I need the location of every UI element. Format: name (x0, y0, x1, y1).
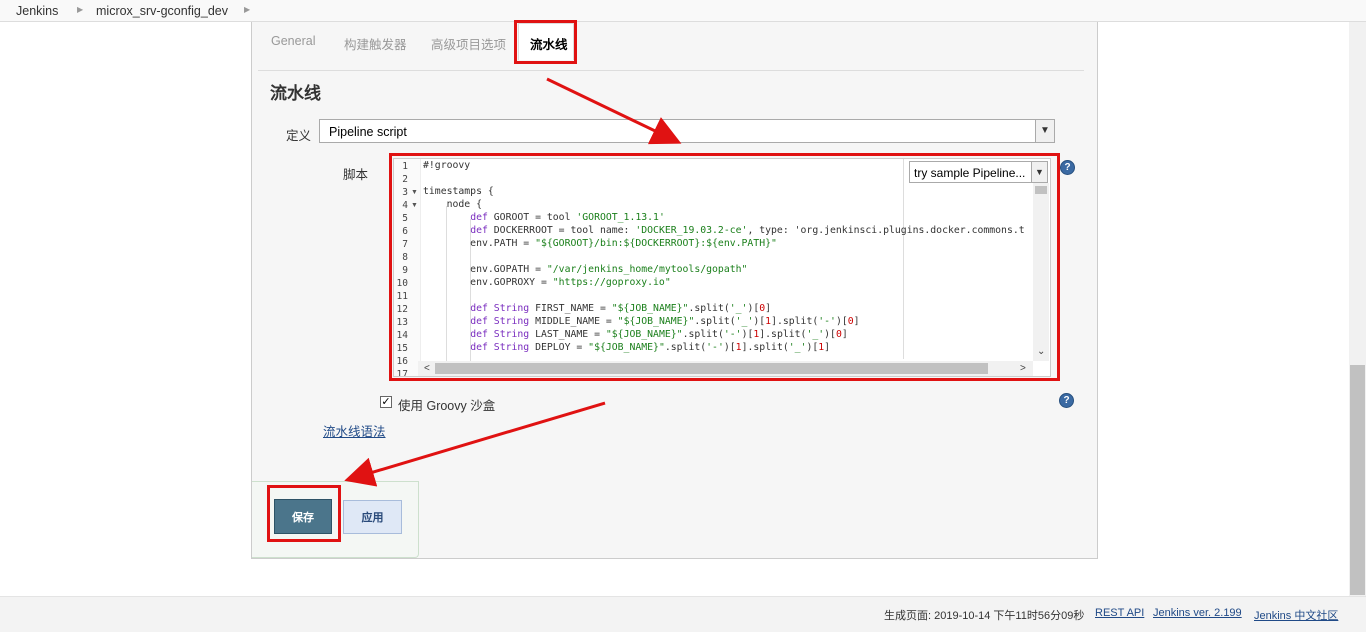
highlight-box-save (267, 485, 341, 542)
help-icon[interactable]: ? (1059, 393, 1074, 408)
breadcrumb-jenkins[interactable]: Jenkins (16, 4, 58, 18)
page-scrollbar-thumb[interactable] (1350, 365, 1365, 595)
footer-rest-api-link[interactable]: REST API (1095, 607, 1144, 619)
apply-button[interactable]: 应用 (343, 500, 402, 534)
sandbox-label: 使用 Groovy 沙盒 (398, 399, 496, 413)
breadcrumb-separator-icon: ▶ (77, 5, 84, 14)
tab-divider (258, 70, 1084, 71)
section-title: 流水线 (270, 84, 321, 103)
highlight-box-editor (389, 153, 1060, 381)
breadcrumb: Jenkins ▶ microx_srv-gconfig_dev ▶ (0, 0, 1366, 22)
definition-label: 定义 (286, 129, 312, 143)
tab-advanced-options[interactable]: 高级项目选项 (431, 34, 506, 53)
footer-community-link[interactable]: Jenkins 中文社区 (1254, 607, 1338, 623)
sandbox-checkbox[interactable]: ✓ (380, 396, 392, 408)
breadcrumb-separator-icon: ▶ (244, 5, 251, 14)
script-label: 脚本 (343, 168, 369, 182)
footer-version-link[interactable]: Jenkins ver. 2.199 (1153, 607, 1242, 619)
tab-general[interactable]: General (271, 34, 315, 48)
help-icon[interactable]: ? (1060, 160, 1075, 175)
pipeline-syntax-link[interactable]: 流水线语法 (323, 421, 386, 440)
tab-build-triggers[interactable]: 构建触发器 (344, 34, 407, 53)
definition-select[interactable]: Pipeline script ▼ (319, 119, 1055, 143)
highlight-box-tab (514, 20, 577, 64)
footer-generated: 生成页面: 2019-10-14 下午11时56分09秒 (884, 610, 1085, 622)
breadcrumb-job[interactable]: microx_srv-gconfig_dev (96, 4, 228, 18)
definition-select-value: Pipeline script (329, 125, 407, 139)
chevron-down-icon[interactable]: ▼ (1035, 120, 1054, 142)
